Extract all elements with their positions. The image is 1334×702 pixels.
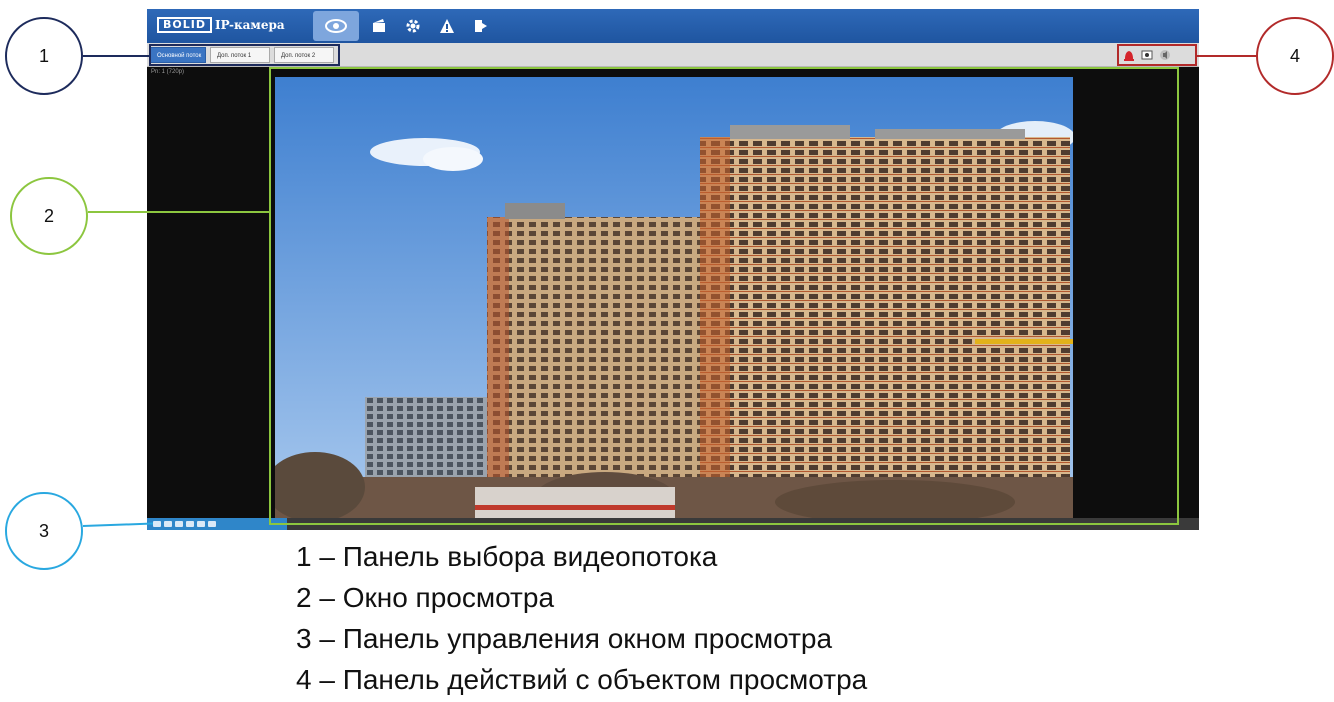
control-button[interactable] — [153, 521, 161, 527]
playback-icon — [373, 19, 385, 32]
callout-line-2 — [88, 211, 271, 213]
control-button[interactable] — [208, 521, 216, 527]
control-buttons-group — [147, 518, 287, 530]
annotated-screenshot: BOLID IP-камера Основной поток Доп. пото… — [0, 0, 1334, 702]
brand-logo: BOLID — [157, 17, 212, 33]
nav-logout-button[interactable] — [461, 9, 501, 43]
callout-line-1 — [83, 55, 150, 57]
legend-item-3: 3 – Панель управления окном просмотра — [296, 623, 833, 654]
legend-item-2: 2 – Окно просмотра — [296, 582, 555, 613]
logout-icon — [475, 20, 487, 32]
alarm-icon — [440, 19, 454, 33]
callout-bubble-4: 4 — [1256, 17, 1334, 95]
nav-live-view-button[interactable] — [313, 11, 359, 41]
legend-item-4: 4 – Панель действий с объектом просмотра — [296, 664, 868, 695]
legend-item-1: 1 – Панель выбора видеопотока — [296, 541, 718, 572]
callout-line-4 — [1197, 55, 1257, 57]
highlight-frame-1 — [149, 44, 340, 66]
control-button[interactable] — [197, 521, 205, 527]
legend: 1 – Панель выбора видеопотока 2 – Окно п… — [296, 536, 867, 700]
callout-bubble-1: 1 — [5, 17, 83, 95]
osd-text: Pn: 1 (720p) — [151, 69, 185, 75]
eye-icon — [325, 19, 347, 33]
gear-icon — [406, 19, 420, 33]
control-button[interactable] — [175, 521, 183, 527]
highlight-frame-4 — [1117, 44, 1197, 66]
highlight-frame-2 — [269, 67, 1179, 525]
control-button[interactable] — [186, 521, 194, 527]
control-button[interactable] — [164, 521, 172, 527]
callout-bubble-3: 3 — [5, 492, 83, 570]
callout-bubble-2: 2 — [10, 177, 88, 255]
app-title: IP-камера — [215, 18, 285, 32]
callout-line-3 — [82, 522, 153, 527]
top-navigation-bar: BOLID IP-камера — [147, 9, 1199, 43]
